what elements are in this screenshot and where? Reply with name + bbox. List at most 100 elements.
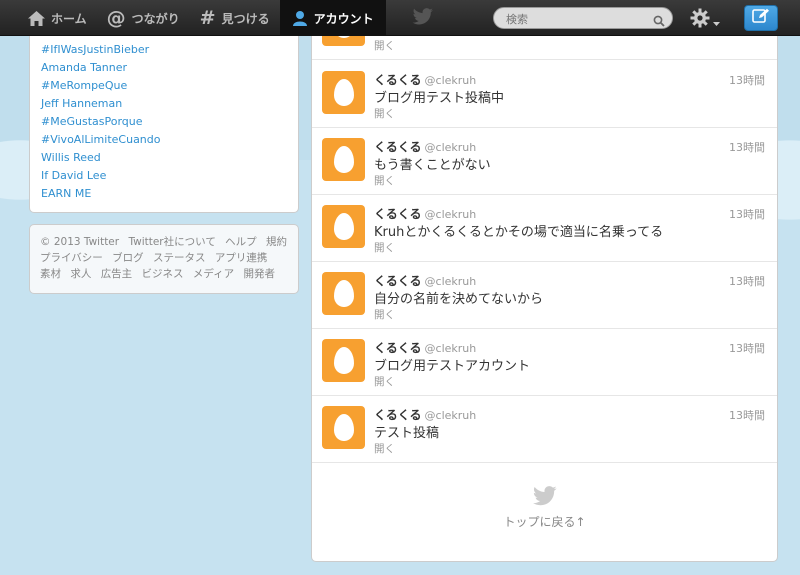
avatar[interactable]: [322, 71, 365, 114]
nav-connect-label: つながり: [131, 11, 180, 26]
nav-discover-label: 見つける: [221, 11, 270, 26]
avatar[interactable]: [322, 406, 365, 449]
egg-avatar-icon: [333, 280, 354, 307]
trends-panel: #IfIWasJustinBieber Amanda Tanner #MeRom…: [29, 30, 299, 213]
tweet-open-link[interactable]: 開く: [374, 173, 395, 188]
footer-link-help[interactable]: ヘルプ: [225, 236, 257, 248]
nav-home[interactable]: ホーム: [18, 0, 97, 36]
trend-link[interactable]: If David Lee: [41, 167, 298, 185]
nav-account[interactable]: アカウント: [279, 0, 386, 36]
footer-link-about[interactable]: Twitter社について: [128, 236, 215, 248]
tweet-text: ブログ用テストアカウント: [374, 359, 531, 374]
avatar[interactable]: [322, 138, 365, 181]
tweet-author-handle[interactable]: @clekruh: [425, 141, 477, 154]
chevron-down-icon: [713, 11, 720, 30]
tweet-open-link[interactable]: 開く: [374, 38, 395, 53]
gear-icon: [690, 8, 710, 32]
tweet-author-handle[interactable]: @clekruh: [425, 74, 477, 87]
footer-link-terms[interactable]: 規約: [266, 236, 287, 248]
tweet-header: くるくる @clekruh: [374, 71, 476, 88]
footer-link-apps[interactable]: アプリ連携: [215, 252, 268, 264]
egg-avatar-icon: [333, 79, 354, 106]
tweet-open-link[interactable]: 開く: [374, 106, 395, 121]
tweet-item[interactable]: くるくる @clekruh 13時間 もう書くことがない 開く: [312, 128, 777, 195]
trend-link[interactable]: Amanda Tanner: [41, 59, 298, 77]
compose-tweet-button[interactable]: [744, 5, 778, 31]
tweet-timestamp[interactable]: 13時間: [729, 407, 765, 423]
trend-link[interactable]: #VivoAlLimiteCuando: [41, 131, 298, 149]
tweet-author-name[interactable]: くるくる: [374, 408, 422, 422]
top-navigation-bar: ホーム @ つながり # 見つける アカウント: [0, 0, 800, 36]
nav-account-label: アカウント: [313, 11, 374, 26]
footer-link-privacy[interactable]: プライバシー: [40, 252, 103, 264]
tweet-timeline: 開く くるくる @clekruh 13時間 ブログ用テスト投稿中 開く くるくる @…: [311, 30, 778, 562]
tweet-timestamp[interactable]: 13時間: [729, 340, 765, 356]
tweet-author-handle[interactable]: @clekruh: [425, 409, 477, 422]
tweet-author-name[interactable]: くるくる: [374, 73, 422, 87]
footer-link-blog[interactable]: ブログ: [112, 252, 144, 264]
tweet-author-name[interactable]: くるくる: [374, 207, 422, 221]
tweet-item[interactable]: くるくる @clekruh 13時間 自分の名前を決めてないから 開く: [312, 262, 777, 329]
tweet-author-handle[interactable]: @clekruh: [425, 208, 477, 221]
trend-link[interactable]: #IfIWasJustinBieber: [41, 41, 298, 59]
nav-home-label: ホーム: [51, 11, 87, 26]
compose-icon: [752, 8, 770, 28]
nav-discover[interactable]: # 見つける: [190, 0, 280, 36]
footer-link-advertisers[interactable]: 広告主: [101, 268, 133, 280]
hashtag-icon: #: [199, 7, 216, 29]
trend-link[interactable]: #MeRompeQue: [41, 77, 298, 95]
twitter-bird-icon: [312, 486, 777, 507]
tweet-timestamp[interactable]: 13時間: [729, 273, 765, 289]
tweet-author-name[interactable]: くるくる: [374, 140, 422, 154]
footer-row: © 2013 Twitter Twitter社について ヘルプ 規約: [40, 234, 292, 250]
footer-link-jobs[interactable]: 求人: [70, 268, 91, 280]
tweet-open-link[interactable]: 開く: [374, 307, 395, 322]
home-icon: [28, 10, 45, 26]
tweet-timestamp[interactable]: 13時間: [729, 206, 765, 222]
nav-connect[interactable]: @ つながり: [97, 0, 190, 36]
tweet-author-handle[interactable]: @clekruh: [425, 342, 477, 355]
tweet-author-handle[interactable]: @clekruh: [425, 275, 477, 288]
trend-link[interactable]: #MeGustasPorque: [41, 113, 298, 131]
egg-avatar-icon: [333, 347, 354, 374]
back-to-top[interactable]: トップに戻る↑: [312, 486, 777, 530]
avatar[interactable]: [322, 339, 365, 382]
trend-link[interactable]: Willis Reed: [41, 149, 298, 167]
egg-avatar-icon: [333, 213, 354, 240]
footer-link-resources[interactable]: 素材: [40, 268, 61, 280]
footer-row: 素材 求人 広告主 ビジネス メディア 開発者: [40, 266, 292, 282]
tweet-author-name[interactable]: くるくる: [374, 274, 422, 288]
tweet-open-link[interactable]: 開く: [374, 374, 395, 389]
trend-link[interactable]: EARN ME: [41, 185, 298, 203]
tweet-author-name[interactable]: くるくる: [374, 341, 422, 355]
search-box: [493, 7, 673, 31]
avatar[interactable]: [322, 205, 365, 248]
avatar[interactable]: [322, 272, 365, 315]
footer-link-status[interactable]: ステータス: [153, 252, 206, 264]
tweet-item[interactable]: くるくる @clekruh 13時間 ブログ用テストアカウント 開く: [312, 329, 777, 396]
twitter-bird-icon[interactable]: [412, 8, 434, 30]
egg-avatar-icon: [333, 414, 354, 441]
main-nav: ホーム @ つながり # 見つける アカウント: [18, 0, 386, 36]
tweet-timestamp[interactable]: 13時間: [729, 72, 765, 88]
footer-link-business[interactable]: ビジネス: [142, 268, 184, 280]
tweet-text: Kruhとかくるくるとかその場で適当に名乗ってる: [374, 225, 664, 240]
trend-link[interactable]: Jeff Hanneman: [41, 95, 298, 113]
tweet-open-link[interactable]: 開く: [374, 441, 395, 456]
tweet-item[interactable]: くるくる @clekruh 13時間 ブログ用テスト投稿中 開く: [312, 61, 777, 128]
settings-menu-button[interactable]: [690, 8, 720, 32]
search-icon[interactable]: [653, 12, 665, 31]
footer-link-developers[interactable]: 開発者: [243, 268, 275, 280]
search-input[interactable]: [494, 9, 644, 30]
tweet-timestamp[interactable]: 13時間: [729, 139, 765, 155]
back-to-top-label: トップに戻る↑: [503, 515, 586, 529]
copyright-text: © 2013 Twitter: [40, 236, 120, 248]
tweet-item[interactable]: くるくる @clekruh 13時間 Kruhとかくるくるとかその場で適当に名乗っ…: [312, 195, 777, 262]
tweet-item[interactable]: くるくる @clekruh 13時間 テスト投稿 開く: [312, 396, 777, 463]
tweet-header: くるくる @clekruh: [374, 138, 476, 155]
person-icon: [292, 10, 308, 26]
tweet-header: くるくる @clekruh: [374, 272, 476, 289]
tweet-open-link[interactable]: 開く: [374, 240, 395, 255]
site-footer: © 2013 Twitter Twitter社について ヘルプ 規約 プライバシ…: [29, 224, 299, 294]
footer-link-media[interactable]: メディア: [193, 268, 234, 280]
